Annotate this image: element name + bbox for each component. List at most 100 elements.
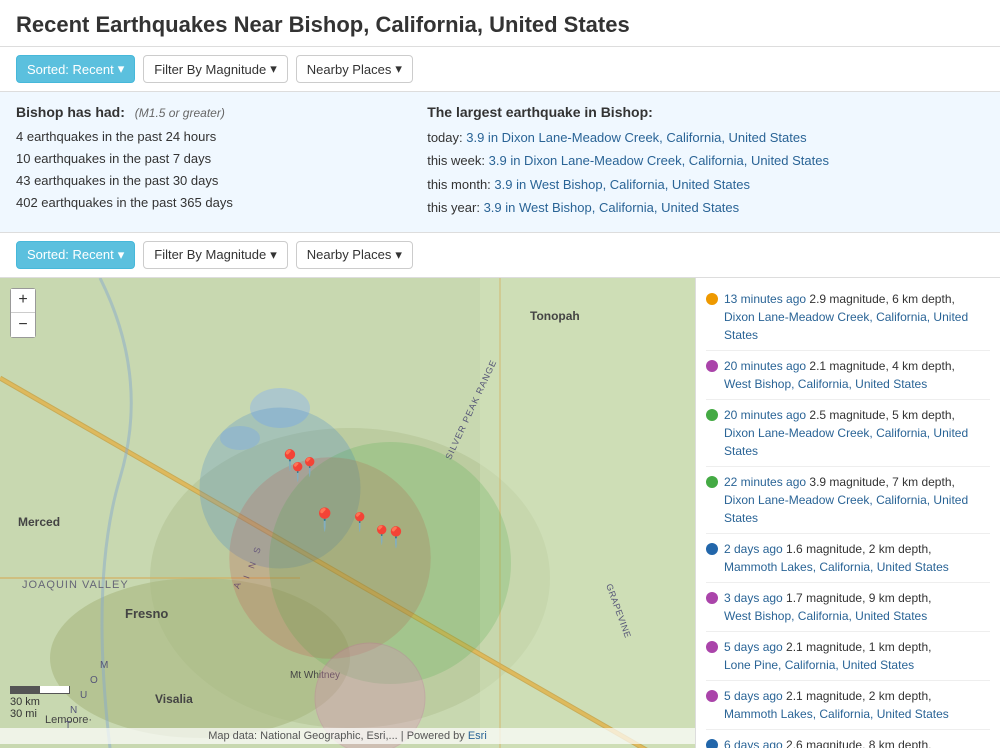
stat-item-4: 402 earthquakes in the past 365 days [16,192,387,214]
stats-right: The largest earthquake in Bishop: today:… [427,104,984,220]
eq-info: 5 days ago 2.1 magnitude, 1 km depth, Lo… [724,638,990,674]
filter-magnitude-button[interactable]: Filter By Magnitude ▾ [143,55,288,83]
eq-list-item: 6 days ago 2.6 magnitude, 8 km depth, We… [706,730,990,748]
stat-item-3: 43 earthquakes in the past 30 days [16,170,387,192]
eq-list-item: 3 days ago 1.7 magnitude, 9 km depth, We… [706,583,990,632]
nearby-label-2: Nearby Places [307,247,392,262]
earthquake-list: 13 minutes ago 2.9 magnitude, 6 km depth… [695,278,1000,748]
eq-magnitude: 2.1 magnitude, 2 km depth, [783,689,932,703]
filter-magnitude-button-2[interactable]: Filter By Magnitude ▾ [143,241,288,269]
eq-time-link[interactable]: 2 days ago [724,542,783,556]
toolbar-1: Sorted: Recent ▾ Filter By Magnitude ▾ N… [0,47,1000,92]
sorted-label-2: Sorted: Recent [27,247,114,262]
eq-time-link[interactable]: 20 minutes ago [724,359,806,373]
eq-time-link[interactable]: 5 days ago [724,640,783,654]
eq-location-link[interactable]: Dixon Lane-Meadow Creek, California, Uni… [724,310,968,342]
main-content: Tonopah Merced Fresno Lemoore· Visalia M… [0,278,1000,748]
eq-list-item: 2 days ago 1.6 magnitude, 2 km depth, Ma… [706,534,990,583]
eq-time-link[interactable]: 20 minutes ago [724,408,806,422]
map-zoom-controls: + − [10,288,36,338]
zoom-in-button[interactable]: + [11,289,35,313]
largest-month-label: this month: [427,177,491,192]
sorted-button-2[interactable]: Sorted: Recent ▾ [16,241,135,269]
eq-pin-5[interactable]: 📍 [349,512,371,533]
eq-magnitude: 2.5 magnitude, 5 km depth, [806,408,955,422]
page-title: Recent Earthquakes Near Bishop, Californ… [0,0,1000,47]
filter-arrow-2: ▾ [270,247,277,263]
filter-label-2: Filter By Magnitude [154,247,266,262]
eq-magnitude: 2.1 magnitude, 4 km depth, [806,359,955,373]
eq-color-dot [706,476,718,488]
largest-today-label: today: [427,130,462,145]
stats-subtitle: (M1.5 or greater) [135,106,225,120]
eq-info: 3 days ago 1.7 magnitude, 9 km depth, We… [724,589,990,625]
nearby-places-button[interactable]: Nearby Places ▾ [296,55,413,83]
map-container[interactable]: Tonopah Merced Fresno Lemoore· Visalia M… [0,278,695,748]
largest-today-link[interactable]: 3.9 in Dixon Lane-Meadow Creek, Californ… [466,130,806,145]
eq-location-link[interactable]: Dixon Lane-Meadow Creek, California, Uni… [724,426,968,458]
largest-week: this week: 3.9 in Dixon Lane-Meadow Cree… [427,149,984,172]
eq-color-dot [706,360,718,372]
eq-time-link[interactable]: 13 minutes ago [724,292,806,306]
largest-year-link[interactable]: 3.9 in West Bishop, California, United S… [484,200,740,215]
stat-item-1: 4 earthquakes in the past 24 hours [16,126,387,148]
svg-text:N: N [70,705,78,716]
eq-list-item: 13 minutes ago 2.9 magnitude, 6 km depth… [706,284,990,351]
sorted-label: Sorted: Recent [27,62,114,77]
map-background: Tonopah Merced Fresno Lemoore· Visalia M… [0,278,695,748]
eq-location-link[interactable]: Mammoth Lakes, California, United States [724,560,949,574]
svg-text:JOAQUIN VALLEY: JOAQUIN VALLEY [22,579,129,591]
svg-text:U: U [80,690,88,701]
eq-magnitude: 3.9 magnitude, 7 km depth, [806,475,955,489]
eq-location-link[interactable]: West Bishop, California, United States [724,609,927,623]
largest-week-link[interactable]: 3.9 in Dixon Lane-Meadow Creek, Californ… [489,153,829,168]
eq-magnitude: 1.7 magnitude, 9 km depth, [783,591,932,605]
largest-year: this year: 3.9 in West Bishop, Californi… [427,196,984,219]
map-scale-km: 30 km [10,696,70,708]
svg-text:Fresno: Fresno [125,606,168,621]
eq-location-link[interactable]: West Bishop, California, United States [724,377,927,391]
eq-info: 13 minutes ago 2.9 magnitude, 6 km depth… [724,290,990,344]
eq-time-link[interactable]: 22 minutes ago [724,475,806,489]
svg-text:M: M [100,660,109,671]
eq-list-item: 5 days ago 2.1 magnitude, 2 km depth, Ma… [706,681,990,730]
stat-item-2: 10 earthquakes in the past 7 days [16,148,387,170]
nearby-arrow: ▾ [395,61,402,77]
eq-magnitude: 1.6 magnitude, 2 km depth, [783,542,932,556]
eq-magnitude: 2.1 magnitude, 1 km depth, [783,640,932,654]
eq-time-link[interactable]: 5 days ago [724,689,783,703]
largest-week-label: this week: [427,153,485,168]
sorted-arrow: ▾ [118,61,125,77]
eq-color-dot [706,409,718,421]
eq-list-item: 20 minutes ago 2.1 magnitude, 4 km depth… [706,351,990,400]
eq-time-link[interactable]: 6 days ago [724,738,783,748]
eq-location-link[interactable]: Dixon Lane-Meadow Creek, California, Uni… [724,493,968,525]
eq-location-link[interactable]: Lone Pine, California, United States [724,658,914,672]
eq-color-dot [706,690,718,702]
nearby-places-button-2[interactable]: Nearby Places ▾ [296,241,413,269]
filter-label: Filter By Magnitude [154,62,266,77]
esri-link[interactable]: Esri [468,730,487,742]
map-scale-mi: 30 mi [10,708,70,720]
eq-pin-7[interactable]: 📍 [384,525,409,550]
eq-pin-4[interactable]: 📍 [311,507,338,533]
largest-year-label: this year: [427,200,480,215]
eq-color-dot [706,739,718,748]
eq-info: 6 days ago 2.6 magnitude, 8 km depth, We… [724,736,990,748]
eq-list-item: 20 minutes ago 2.5 magnitude, 5 km depth… [706,400,990,467]
eq-location-link[interactable]: Mammoth Lakes, California, United States [724,707,949,721]
filter-arrow: ▾ [270,61,277,77]
eq-pin-3[interactable]: 📍 [299,457,321,478]
eq-magnitude: 2.9 magnitude, 6 km depth, [806,292,955,306]
eq-info: 20 minutes ago 2.1 magnitude, 4 km depth… [724,357,990,393]
eq-list-item: 22 minutes ago 3.9 magnitude, 7 km depth… [706,467,990,534]
zoom-out-button[interactable]: − [11,313,35,337]
eq-time-link[interactable]: 3 days ago [724,591,783,605]
stats-left: Bishop has had: (M1.5 or greater) 4 eart… [16,104,387,220]
eq-color-dot [706,641,718,653]
map-attribution-text: Map data: National Geographic, Esri,... … [208,730,468,742]
sorted-button[interactable]: Sorted: Recent ▾ [16,55,135,83]
map-attribution: Map data: National Geographic, Esri,... … [0,728,695,744]
largest-month-link[interactable]: 3.9 in West Bishop, California, United S… [494,177,750,192]
eq-color-dot [706,293,718,305]
